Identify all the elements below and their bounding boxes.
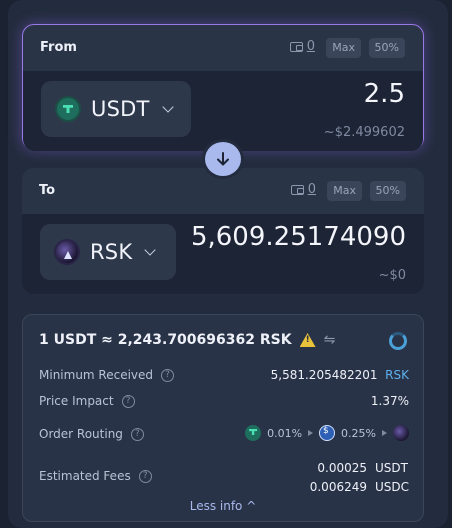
swap-direction-icon[interactable]: ⇋ xyxy=(324,332,336,348)
price-impact-row: Price Impact ? 1.37% xyxy=(39,394,409,414)
fee-1-value: 0.00025 xyxy=(317,461,367,475)
swap-info-card: 1 USDT ≈ 2,243.700696362 RSK ⇋ Minimum R… xyxy=(22,314,424,522)
price-impact-label: Price Impact ? xyxy=(39,394,135,408)
from-balance[interactable]: 0 xyxy=(289,39,315,54)
routing-fee-2: 0.25% xyxy=(341,426,376,440)
exchange-rate-text: 1 USDT ≈ 2,243.700696362 RSK xyxy=(39,332,292,348)
from-token-symbol: USDT xyxy=(91,97,150,121)
fee-2-unit: USDC xyxy=(375,480,410,494)
from-card: From 0 Max 50% USDT 2.5 ~$2.499602 xyxy=(22,24,424,151)
to-amount-output: 5,609.25174090 xyxy=(190,222,406,252)
route-arrow-icon xyxy=(308,430,314,436)
fee-1-unit: USDT xyxy=(375,461,408,475)
estimated-fees-label: Estimated Fees ? xyxy=(39,469,152,483)
wallet-icon xyxy=(290,184,304,195)
warning-icon[interactable] xyxy=(300,333,316,347)
arrow-down-icon xyxy=(217,152,229,166)
from-balance-value: 0 xyxy=(306,39,315,54)
to-half-button[interactable]: 50% xyxy=(369,181,406,201)
min-received-label: Minimum Received ? xyxy=(39,368,175,382)
to-balance-value: 0 xyxy=(307,182,316,197)
help-icon[interactable]: ? xyxy=(161,368,175,382)
min-received-value: 5,581.205482201 RSK xyxy=(271,368,409,382)
to-card-body: RSK 5,609.25174090 ~$0 xyxy=(22,214,424,294)
price-impact-value: 1.37% xyxy=(370,394,409,408)
min-received-row: Minimum Received ? 5,581.205482201 RSK xyxy=(39,368,409,388)
order-routing-label-text: Order Routing xyxy=(39,427,123,441)
estimated-fees-row: Estimated Fees ? 0.00025 USDT 0.006249 U… xyxy=(39,461,409,494)
to-token-select[interactable]: RSK xyxy=(40,224,176,280)
price-impact-label-text: Price Impact xyxy=(39,394,114,408)
route-arrow-icon xyxy=(382,430,387,436)
exchange-rate: 1 USDT ≈ 2,243.700696362 RSK ⇋ xyxy=(39,332,335,348)
min-received-unit: RSK xyxy=(385,368,409,382)
to-token-symbol: RSK xyxy=(90,240,133,264)
from-half-button[interactable]: 50% xyxy=(368,38,405,58)
min-received-amount: 5,581.205482201 xyxy=(270,368,378,382)
from-token-select[interactable]: USDT xyxy=(41,81,191,137)
chevron-down-icon xyxy=(144,244,156,256)
help-icon[interactable]: ? xyxy=(121,394,135,408)
from-max-button[interactable]: Max xyxy=(326,38,361,58)
usdc-token-icon xyxy=(319,425,336,441)
to-max-button[interactable]: Max xyxy=(327,181,362,201)
help-icon[interactable]: ? xyxy=(138,469,152,483)
order-routing-label: Order Routing ? xyxy=(39,427,144,441)
usdt-token-icon xyxy=(55,96,81,122)
help-icon[interactable]: ? xyxy=(130,427,144,441)
wallet-icon xyxy=(289,41,303,52)
less-info-toggle[interactable]: Less info ^ xyxy=(23,499,423,513)
fee-2-value: 0.006249 xyxy=(309,480,367,494)
to-balance[interactable]: 0 xyxy=(290,182,316,197)
order-routing-path[interactable]: 0.01% 0.25% xyxy=(245,425,409,441)
from-usd-value: ~$2.499602 xyxy=(323,125,405,140)
min-received-label-text: Minimum Received xyxy=(39,368,154,382)
estimated-fees-label-text: Estimated Fees xyxy=(39,469,131,483)
from-card-header: From 0 Max 50% xyxy=(23,25,423,71)
routing-fee-1: 0.01% xyxy=(267,426,303,440)
to-usd-value: ~$0 xyxy=(378,268,406,283)
usdt-token-icon xyxy=(245,425,262,441)
rsk-token-icon xyxy=(54,239,80,265)
chevron-down-icon xyxy=(161,101,174,113)
from-amount-input[interactable]: 2.5 xyxy=(364,79,405,109)
order-routing-row: Order Routing ? 0.01% 0.25% xyxy=(39,425,409,447)
from-title: From xyxy=(40,40,77,55)
to-title: To xyxy=(39,183,56,198)
rsk-token-icon xyxy=(393,425,409,441)
spinner-icon xyxy=(389,332,407,350)
estimated-fees-values: 0.00025 USDT 0.006249 USDC xyxy=(310,461,409,494)
switch-tokens-button[interactable] xyxy=(202,139,244,179)
to-card: To 0 Max 50% RSK 5,609.25174090 ~$0 xyxy=(22,168,424,294)
